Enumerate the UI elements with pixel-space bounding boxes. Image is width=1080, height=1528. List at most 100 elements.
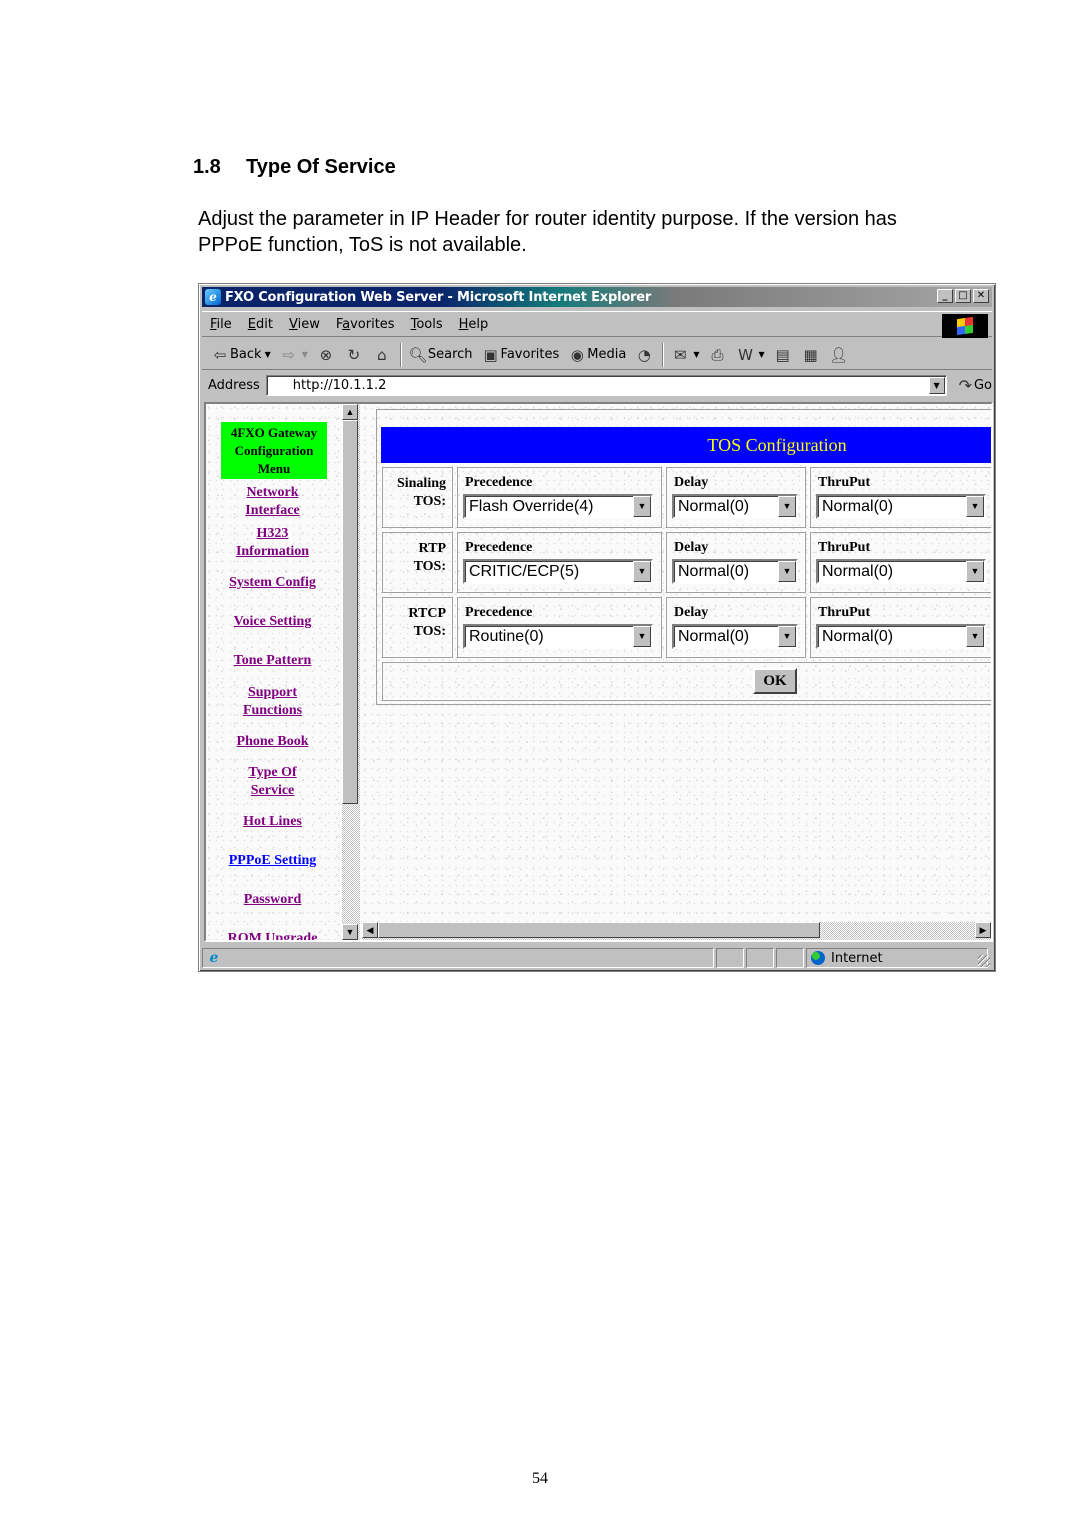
nav-link-pppoe-setting[interactable]: PPPoE Setting (206, 852, 339, 870)
print-icon: ⎙ (711, 345, 724, 364)
tos-title: TOS Configuration (381, 427, 991, 463)
discuss-button[interactable]: ▤ (773, 345, 793, 365)
search-icon: 🔍︎ (408, 345, 428, 364)
section-heading: 1.8 Type Of Service (193, 156, 396, 179)
signaling-delay-select[interactable]: Normal(0) ▼ (672, 494, 798, 519)
history-button[interactable]: ◔ (634, 345, 654, 365)
nav-link-voice-setting[interactable]: Voice Setting (206, 613, 339, 631)
menu-edit[interactable]: Edit (240, 317, 281, 332)
precedence-cell: Precedence CRITIC/ECP(5) ▼ (456, 531, 662, 593)
stop-icon: ⊗ (319, 345, 333, 364)
nav-link-rom-upgrade[interactable]: ROM Upgrade (206, 930, 339, 940)
scroll-up-icon[interactable]: ▲ (342, 404, 358, 420)
nav-header-line: Menu (257, 461, 291, 476)
page-content: 4FXO Gateway Configuration Menu Network I… (204, 402, 993, 942)
rtp-precedence-select[interactable]: CRITIC/ECP(5) ▼ (463, 559, 653, 584)
dropdown-arrow-icon[interactable]: ▼ (778, 561, 796, 582)
horizontal-scroll-thumb[interactable] (378, 922, 820, 938)
print-button[interactable]: ⎙ (707, 345, 727, 365)
nav-link-support-functions[interactable]: Support Functions (206, 684, 339, 720)
dropdown-arrow-icon[interactable]: ▼ (778, 626, 796, 647)
scroll-right-icon[interactable]: ▶ (975, 922, 991, 938)
toolbar-separator (662, 342, 665, 367)
mail-button[interactable]: ✉ ▼ (670, 345, 699, 365)
nav-link-tone-pattern[interactable]: Tone Pattern (206, 652, 339, 670)
section-number: 1.8 (193, 156, 221, 178)
rtcp-delay-select[interactable]: Normal(0) ▼ (672, 624, 798, 649)
favorites-button[interactable]: ▣ Favorites (481, 345, 559, 365)
delay-label: Delay (674, 475, 709, 490)
forward-dropdown-icon[interactable]: ▼ (302, 350, 308, 359)
dropdown-arrow-icon[interactable]: ▼ (966, 626, 984, 647)
dropdown-arrow-icon[interactable]: ▼ (633, 496, 651, 517)
research-button[interactable]: ▦ (801, 345, 821, 365)
menu-favorites[interactable]: Favorites (328, 317, 403, 332)
address-dropdown-icon[interactable]: ▼ (928, 376, 945, 394)
rtcp-thruput-select[interactable]: Normal(0) ▼ (816, 624, 986, 649)
nav-link-password[interactable]: Password (206, 891, 339, 909)
menu-help[interactable]: Help (451, 317, 497, 332)
media-button[interactable]: ◉ Media (567, 345, 627, 365)
go-button[interactable]: ↷ Go (959, 376, 992, 395)
thruput-label: ThruPut (818, 475, 871, 490)
signaling-precedence-select[interactable]: Flash Override(4) ▼ (463, 494, 653, 519)
address-bar: Address http://10.1.1.2 ▼ ↷ Go (202, 372, 992, 398)
edit-button[interactable]: W ▼ (735, 345, 765, 365)
title-bar: e FXO Configuration Web Server - Microso… (202, 287, 992, 307)
nav-link-network-interface[interactable]: Network Interface (206, 484, 339, 520)
nav-link-type-of-service[interactable]: Type Of Service (206, 764, 339, 800)
scroll-left-icon[interactable]: ◀ (362, 922, 378, 938)
status-pane (716, 948, 744, 968)
stop-button[interactable]: ⊗ (316, 345, 336, 365)
rtcp-precedence-select[interactable]: Routine(0) ▼ (463, 624, 653, 649)
resize-grip-icon[interactable] (978, 955, 990, 967)
nav-link-phone-book[interactable]: Phone Book (206, 733, 339, 751)
nav-link-system-config[interactable]: System Config (206, 574, 339, 592)
forward-button[interactable]: ⇨ ▼ (279, 345, 308, 365)
menu-tools[interactable]: Tools (403, 317, 451, 332)
nav-link-h323-information[interactable]: H323 Information (206, 525, 339, 561)
horizontal-scrollbar[interactable]: ◀ ▶ (362, 922, 991, 940)
status-bar: e Internet (202, 947, 992, 969)
mail-dropdown-icon[interactable]: ▼ (693, 350, 699, 359)
home-button[interactable]: ⌂ (372, 345, 392, 365)
zone-label: Internet (831, 950, 883, 966)
back-dropdown-icon[interactable]: ▼ (265, 350, 271, 359)
tos-config-table: TOS Configuration Sinaling TOS: Precedenc… (376, 409, 991, 705)
nav-link-hot-lines[interactable]: Hot Lines (206, 813, 339, 831)
window-title: FXO Configuration Web Server - Microsoft… (225, 289, 652, 305)
thruput-cell: ThruPut Normal(0) ▼ (809, 531, 991, 593)
nav-vertical-scrollbar[interactable]: ▲ ▼ (342, 404, 360, 940)
signaling-thruput-select[interactable]: Normal(0) ▼ (816, 494, 986, 519)
thruput-cell: ThruPut Normal(0) ▼ (809, 466, 991, 528)
dropdown-arrow-icon[interactable]: ▼ (966, 561, 984, 582)
search-button[interactable]: 🔍︎ Search (408, 345, 472, 365)
maximize-button[interactable]: □ (955, 289, 971, 303)
page-number: 54 (532, 1470, 548, 1487)
history-icon: ◔ (637, 345, 651, 364)
dropdown-arrow-icon[interactable]: ▼ (633, 626, 651, 647)
messenger-button[interactable]: 👤︎ (829, 345, 849, 365)
dropdown-arrow-icon[interactable]: ▼ (778, 496, 796, 517)
minimize-button[interactable]: _ (937, 289, 953, 303)
edit-dropdown-icon[interactable]: ▼ (758, 350, 764, 359)
back-arrow-icon: ⇦ (213, 345, 227, 364)
thruput-cell: ThruPut Normal(0) ▼ (809, 596, 991, 658)
refresh-button[interactable]: ↻ (344, 345, 364, 365)
dropdown-arrow-icon[interactable]: ▼ (633, 561, 651, 582)
back-button[interactable]: ⇦ Back ▼ (210, 345, 271, 365)
address-input[interactable]: http://10.1.1.2 ▼ (265, 374, 947, 396)
scroll-down-icon[interactable]: ▼ (342, 924, 358, 940)
rtp-delay-select[interactable]: Normal(0) ▼ (672, 559, 798, 584)
browser-window: e FXO Configuration Web Server - Microso… (198, 283, 996, 972)
nav-scroll-thumb[interactable] (342, 420, 358, 804)
dropdown-arrow-icon[interactable]: ▼ (966, 496, 984, 517)
rtp-thruput-select[interactable]: Normal(0) ▼ (816, 559, 986, 584)
row-label-rtp: RTP TOS: (381, 531, 453, 593)
menu-view[interactable]: View (281, 317, 328, 332)
ok-button[interactable]: OK (753, 668, 797, 694)
security-zone: Internet (806, 948, 988, 968)
precedence-label: Precedence (465, 475, 533, 490)
close-button[interactable]: ✕ (973, 289, 989, 303)
menu-file[interactable]: File (202, 317, 240, 332)
